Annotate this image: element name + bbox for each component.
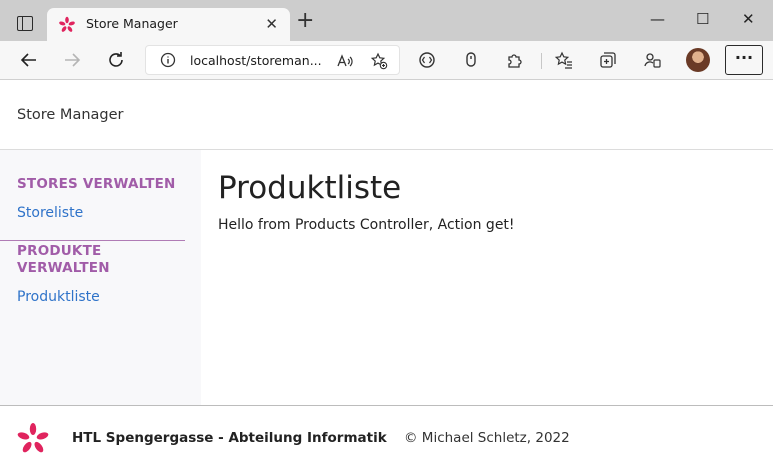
sidebar-heading-stores: STORES VERWALTEN	[17, 176, 176, 192]
browser-toolbar: localhost/storeman... ···	[0, 41, 773, 80]
page-message: Hello from Products Controller, Action g…	[218, 217, 515, 233]
back-icon[interactable]	[19, 50, 39, 70]
address-bar[interactable]: localhost/storeman...	[145, 45, 400, 75]
tab-actions-icon[interactable]	[17, 16, 33, 31]
sidebar-link-produktliste[interactable]: Produktliste	[17, 289, 100, 305]
web-page: Store Manager STORES VERWALTEN Storelist…	[0, 81, 773, 471]
read-aloud-icon[interactable]	[336, 52, 354, 70]
refresh-icon[interactable]	[106, 50, 126, 70]
app-brand[interactable]: Store Manager	[17, 107, 124, 123]
minimize-button[interactable]: —	[650, 11, 665, 27]
profile-sync-icon[interactable]	[642, 50, 662, 70]
info-icon[interactable]	[160, 52, 176, 68]
footer-school: HTL Spengergasse - Abteilung Informatik	[72, 430, 387, 446]
app-navbar: Store Manager	[0, 81, 773, 150]
extension-icon[interactable]	[461, 50, 481, 70]
url-text[interactable]: localhost/storeman...	[190, 53, 322, 68]
forward-icon[interactable]	[62, 50, 82, 70]
tab-close-icon[interactable]: ✕	[265, 16, 278, 32]
avatar[interactable]	[686, 48, 710, 72]
new-tab-button[interactable]: +	[296, 10, 314, 32]
sidebar-heading-produkte: PRODUKTE	[17, 243, 102, 259]
collections-icon[interactable]	[598, 50, 618, 70]
footer: HTL Spengergasse - Abteilung Informatik …	[0, 405, 773, 471]
sidebar-heading-verwalten: VERWALTEN	[17, 260, 110, 276]
favicon-icon	[59, 16, 75, 32]
browser-titlebar: Store Manager ✕ + — ☐ ✕	[0, 0, 773, 41]
window-close-button[interactable]: ✕	[742, 11, 755, 27]
add-favorite-icon[interactable]	[370, 52, 388, 70]
more-button[interactable]: ···	[725, 45, 763, 75]
tracking-icon[interactable]	[417, 50, 437, 70]
maximize-button[interactable]: ☐	[696, 11, 709, 27]
footer-copyright: © Michael Schletz, 2022	[404, 430, 570, 446]
tab-title: Store Manager	[86, 16, 178, 31]
page-title: Produktliste	[218, 170, 402, 206]
browser-tab[interactable]: Store Manager ✕	[47, 8, 290, 41]
toolbar-divider	[541, 53, 542, 69]
sidebar-link-storeliste[interactable]: Storeliste	[17, 205, 83, 221]
sidebar: STORES VERWALTEN Storeliste PRODUKTE VER…	[0, 150, 201, 405]
school-logo-icon	[17, 423, 49, 453]
puzzle-icon[interactable]	[505, 50, 525, 70]
favorites-icon[interactable]	[554, 50, 574, 70]
sidebar-divider	[0, 240, 185, 241]
